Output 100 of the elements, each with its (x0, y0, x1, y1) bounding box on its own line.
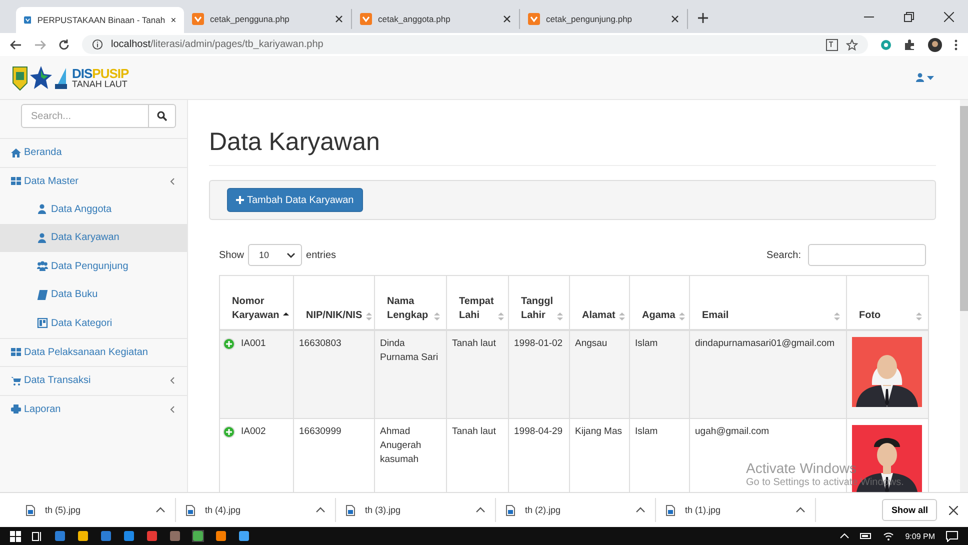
table-cell: Angsau (570, 330, 630, 418)
table-cell: Tanah laut (446, 330, 508, 418)
download-item[interactable]: th (4).jpg (176, 498, 336, 522)
users-icon (37, 261, 48, 272)
notification-icon[interactable] (946, 530, 958, 542)
nav-subitem[interactable]: Data Pengunjung (0, 252, 187, 280)
taskbar-app-icon[interactable] (169, 530, 181, 542)
menu-icon[interactable] (954, 38, 958, 50)
page-title: Data Karyawan (209, 128, 936, 166)
star-icon[interactable] (846, 38, 858, 50)
favicon-icon (528, 13, 540, 25)
close-icon[interactable] (671, 15, 679, 23)
nav-item[interactable]: Beranda (0, 138, 187, 166)
windows-icon[interactable] (10, 530, 21, 542)
board-icon (37, 318, 48, 328)
nav-subitem[interactable]: Data Kategori (0, 309, 187, 338)
close-icon[interactable] (335, 15, 343, 23)
avatar-icon[interactable] (928, 38, 942, 52)
reload-icon[interactable] (58, 38, 70, 50)
grid-icon (11, 347, 21, 358)
info-icon (92, 39, 103, 50)
browser-tab[interactable]: cetak_pengguna.php (184, 9, 352, 29)
close-icon[interactable] (944, 12, 954, 22)
nav-subitem[interactable]: Data Karyawan (0, 224, 187, 252)
download-item[interactable]: th (1).jpg (656, 498, 816, 522)
file-icon (666, 504, 675, 516)
scrollbar[interactable] (960, 100, 968, 492)
caret-icon[interactable] (636, 507, 645, 513)
chevron-icon[interactable] (170, 406, 175, 413)
favicon-icon (360, 13, 372, 25)
taskbar-app-icon[interactable] (123, 530, 135, 542)
favicon-icon (192, 13, 204, 25)
book-logo-icon (54, 66, 68, 90)
add-button[interactable]: Tambah Data Karyawan (227, 188, 363, 212)
task-view-icon[interactable] (32, 530, 43, 542)
taskbar-app-icon[interactable] (77, 530, 89, 542)
user-icon (37, 232, 48, 243)
taskbar-app-icon[interactable] (238, 530, 250, 542)
file-icon (186, 504, 195, 516)
taskbar-app-icon[interactable] (54, 530, 66, 542)
puzzle-icon[interactable] (904, 38, 916, 50)
expand-icon[interactable] (223, 338, 235, 350)
table-cell: Dinda Purnama Sari (374, 330, 446, 418)
page-length-select[interactable]: 10 (248, 244, 302, 266)
nav-subitem[interactable]: Data Buku (0, 280, 187, 309)
column-header[interactable]: Nomor Karyawan (220, 276, 294, 330)
restore-icon[interactable] (904, 12, 914, 22)
browser-tab[interactable]: cetak_anggota.php (352, 9, 520, 29)
address-field[interactable]: localhost/literasi/admin/pages/tb_kariyawan.php (82, 35, 868, 54)
nav-item[interactable]: Data Master (0, 166, 187, 195)
grid-icon (11, 176, 21, 186)
search-label: Search: (766, 250, 801, 260)
cart-icon (11, 376, 21, 386)
favicon-icon (24, 14, 32, 26)
chevron-up-icon[interactable] (840, 533, 850, 539)
table-cell: dindapurnamasari01@gmail.com (690, 330, 846, 418)
star-logo-icon (30, 66, 52, 90)
caret-icon[interactable] (796, 507, 805, 513)
table-search-field[interactable] (808, 244, 926, 266)
user-icon (37, 204, 48, 214)
show-label: Show (219, 250, 244, 260)
nav-subitem[interactable]: Data Anggota (0, 195, 187, 224)
battery-icon[interactable] (860, 532, 872, 540)
search-icon (157, 111, 167, 121)
back-icon[interactable] (10, 38, 22, 50)
download-item[interactable]: th (2).jpg (496, 498, 656, 522)
expand-icon[interactable] (223, 426, 235, 438)
taskbar-app-icon[interactable] (215, 530, 227, 542)
browser-tab[interactable]: cetak_pengunjung.php (520, 9, 688, 29)
nav-item[interactable]: Laporan (0, 394, 187, 423)
extension-icon[interactable] (880, 38, 892, 50)
caret-icon[interactable] (476, 507, 485, 513)
chevron-icon[interactable] (170, 377, 175, 384)
close-icon[interactable] (171, 16, 176, 24)
brand-subtitle: TANAH LAUT (72, 80, 128, 88)
download-item[interactable]: th (3).jpg (336, 498, 496, 522)
caret-icon[interactable] (316, 507, 325, 513)
entries-label: entries (306, 250, 336, 260)
download-item[interactable]: th (5).jpg (16, 498, 176, 522)
dropdown-icon (287, 252, 296, 258)
close-icon[interactable] (503, 15, 511, 23)
plus-icon (236, 196, 244, 204)
table-cell: IA001 (241, 336, 266, 350)
nav-item[interactable]: Data Transaksi (0, 366, 187, 394)
browser-tab[interactable]: PERPUSTAKAAN Binaan - Tanah (16, 7, 184, 33)
taskbar-app-icon[interactable] (146, 530, 158, 542)
table-cell: 1998-01-02 (508, 330, 570, 418)
user-icon (916, 73, 924, 82)
new-tab-icon[interactable] (698, 13, 708, 23)
chevron-icon[interactable] (170, 178, 175, 185)
clock[interactable]: 9:09 PM (905, 532, 935, 540)
caret-icon (927, 76, 934, 80)
taskbar-app-icon[interactable] (100, 530, 112, 542)
nav-item[interactable]: Data Pelaksanaan Kegiatan (0, 338, 187, 366)
show-all-button[interactable]: Show all (882, 499, 937, 521)
caret-icon[interactable] (156, 507, 165, 513)
translate-icon[interactable] (826, 38, 838, 50)
search-button[interactable] (149, 104, 176, 128)
close-icon[interactable] (949, 506, 958, 514)
wifi-icon[interactable] (883, 532, 894, 540)
